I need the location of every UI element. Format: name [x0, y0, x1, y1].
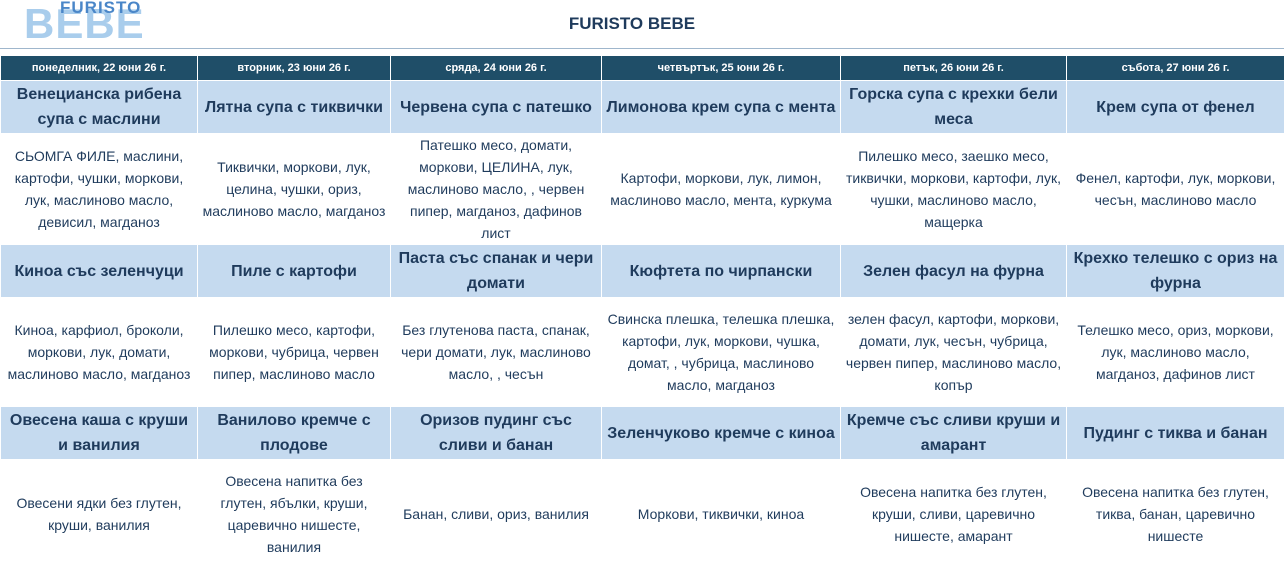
ingredients: Телешко месо, ориз, моркови, лук, маслин…: [1067, 298, 1284, 407]
days-header-row: понеделник, 22 юни 26 г. вторник, 23 юни…: [1, 56, 1284, 81]
dish-name: Пудинг с тиква и банан: [1067, 407, 1284, 460]
dish-name: Горска супа с крехки бели меса: [841, 81, 1067, 134]
dish-name: Крем супа от фенел: [1067, 81, 1284, 134]
dish-name: Венецианска рибена супа с маслини: [1, 81, 198, 134]
dish-name: Лимонова крем супа с мента: [602, 81, 841, 134]
ingredients: Киноа, карфиол, броколи, моркови, лук, д…: [1, 298, 198, 407]
ingredients: Овесена напитка без глутен, круши, сливи…: [841, 460, 1067, 569]
day-header: петък, 26 юни 26 г.: [841, 56, 1067, 81]
ingredients: Свинска плешка, телешка плешка, картофи,…: [602, 298, 841, 407]
dish-name: Лятна супа с тиквички: [198, 81, 391, 134]
dish-name: Пиле с картофи: [198, 245, 391, 298]
dish-name: Кюфтета по чирпански: [602, 245, 841, 298]
dish-name: Зеленчуково кремче с киноа: [602, 407, 841, 460]
ingredients: Банан, сливи, ориз, ванилия: [391, 460, 602, 569]
ingredients-row: СЬОМГА ФИЛЕ, маслини, картофи, чушки, мо…: [1, 134, 1284, 245]
dish-name: Овесена каша с круши и ванилия: [1, 407, 198, 460]
day-header: сряда, 24 юни 26 г.: [391, 56, 602, 81]
dish-name: Оризов пудинг със сливи и банан: [391, 407, 602, 460]
ingredients: Пилешко месо, картофи, моркови, чубрица,…: [198, 298, 391, 407]
ingredients-row: Киноа, карфиол, броколи, моркови, лук, д…: [1, 298, 1284, 407]
ingredients: Фенел, картофи, лук, моркови, чесън, мас…: [1067, 134, 1284, 245]
ingredients: Без глутенова паста, спанак, чери домати…: [391, 298, 602, 407]
ingredients-row: Овесени ядки без глутен, круши, ванилия …: [1, 460, 1284, 569]
dish-name: Киноа със зеленчуци: [1, 245, 198, 298]
day-header: понеделник, 22 юни 26 г.: [1, 56, 198, 81]
ingredients: Тиквички, моркови, лук, целина, чушки, о…: [198, 134, 391, 245]
ingredients: Пилешко месо, заешко месо, тиквички, мор…: [841, 134, 1067, 245]
dish-row: Венецианска рибена супа с маслини Лятна …: [1, 81, 1284, 134]
dish-name: Ванилово кремче с плодове: [198, 407, 391, 460]
dish-row: Овесена каша с круши и ванилия Ванилово …: [1, 407, 1284, 460]
ingredients: Овесена напитка без глутен, тиква, банан…: [1067, 460, 1284, 569]
dish-row: Киноа със зеленчуци Пиле с картофи Паста…: [1, 245, 1284, 298]
ingredients: зелен фасул, картофи, моркови, домати, л…: [841, 298, 1067, 407]
day-header: вторник, 23 юни 26 г.: [198, 56, 391, 81]
dish-name: Крехко телешко с ориз на фурна: [1067, 245, 1284, 298]
day-header: събота, 27 юни 26 г.: [1067, 56, 1284, 81]
weekly-menu-table: понеделник, 22 юни 26 г. вторник, 23 юни…: [0, 55, 1284, 569]
page-title: FURISTO BEBE: [0, 14, 1264, 34]
ingredients: Овесена напитка без глутен, ябълки, круш…: [198, 460, 391, 569]
ingredients: СЬОМГА ФИЛЕ, маслини, картофи, чушки, мо…: [1, 134, 198, 245]
header-divider: [0, 48, 1284, 49]
ingredients: Картофи, моркови, лук, лимон, маслиново …: [602, 134, 841, 245]
dish-name: Червена супа с патешко: [391, 81, 602, 134]
dish-name: Паста със спанак и чери домати: [391, 245, 602, 298]
ingredients: Овесени ядки без глутен, круши, ванилия: [1, 460, 198, 569]
dish-name: Зелен фасул на фурна: [841, 245, 1067, 298]
day-header: четвъртък, 25 юни 26 г.: [602, 56, 841, 81]
ingredients: Патешко месо, домати, моркови, ЦЕЛИНА, л…: [391, 134, 602, 245]
ingredients: Моркови, тиквички, киноа: [602, 460, 841, 569]
dish-name: Кремче със сливи круши и амарант: [841, 407, 1067, 460]
